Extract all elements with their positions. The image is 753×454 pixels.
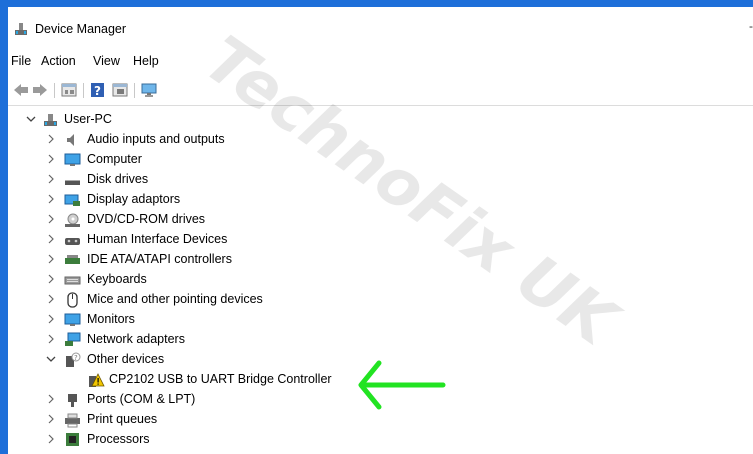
- toolbar-separator: [54, 83, 55, 98]
- monitor-icon[interactable]: [140, 82, 158, 98]
- toolbar: ?: [8, 77, 753, 106]
- monitor-icon: [64, 312, 81, 328]
- tree-item-label: Computer: [87, 152, 142, 166]
- keyboard-icon: [64, 272, 81, 288]
- processor-icon: [64, 432, 81, 448]
- tree-item-label: Audio inputs and outputs: [87, 132, 225, 146]
- chevron-right-icon[interactable]: [46, 273, 56, 285]
- tree-item-label: Processors: [87, 432, 150, 446]
- computer-icon: [64, 152, 81, 168]
- menu-view[interactable]: View: [93, 54, 120, 68]
- chevron-right-icon[interactable]: [46, 333, 56, 345]
- computer-tower-icon: [42, 112, 59, 128]
- svg-text:?: ?: [94, 84, 101, 98]
- chevron-right-icon[interactable]: [46, 433, 56, 445]
- properties-icon[interactable]: [60, 82, 78, 98]
- chevron-right-icon[interactable]: [46, 413, 56, 425]
- tree-item-label: Ports (COM & LPT): [87, 392, 196, 406]
- chevron-right-icon[interactable]: [46, 213, 56, 225]
- tree-item-label: Human Interface Devices: [87, 232, 228, 246]
- forward-arrow-icon[interactable]: [31, 82, 49, 98]
- hid-icon: [64, 232, 81, 248]
- minimize-button[interactable]: -: [749, 19, 753, 33]
- chevron-right-icon[interactable]: [46, 133, 56, 145]
- tree-root-label: User-PC: [64, 112, 112, 126]
- tree-item-label: Keyboards: [87, 272, 147, 286]
- display-adapter-icon: [64, 192, 81, 208]
- chevron-right-icon[interactable]: [46, 253, 56, 265]
- tree-item-label: IDE ATA/ATAPI controllers: [87, 252, 232, 266]
- screen-frame: Device Manager - File Action View Help ?: [0, 0, 753, 454]
- chevron-right-icon[interactable]: [46, 393, 56, 405]
- back-arrow-icon[interactable]: [12, 82, 30, 98]
- toolbar-separator: [134, 83, 135, 98]
- ide-controller-icon: [64, 252, 81, 268]
- tree-item-label: Disk drives: [87, 172, 149, 186]
- chevron-right-icon[interactable]: [46, 233, 56, 245]
- help-icon[interactable]: ?: [89, 82, 107, 98]
- warning-device-icon: [88, 372, 105, 388]
- tree-item-label: Display adaptors: [87, 192, 181, 206]
- network-adapter-icon: [64, 332, 81, 348]
- chevron-right-icon[interactable]: [46, 313, 56, 325]
- speaker-icon: [64, 132, 81, 148]
- menu-action[interactable]: Action: [41, 54, 76, 68]
- port-icon: [64, 392, 81, 408]
- tree-item-label: Monitors: [87, 312, 135, 326]
- mouse-icon: [64, 292, 81, 308]
- menu-file[interactable]: File: [11, 54, 31, 68]
- chevron-down-icon[interactable]: [26, 113, 36, 125]
- desktop-border-top: [0, 0, 753, 7]
- disk-drive-icon: [64, 172, 81, 188]
- chevron-down-icon[interactable]: [46, 353, 56, 365]
- dvd-drive-icon: [64, 212, 81, 228]
- show-hide-icon[interactable]: [111, 82, 129, 98]
- title-bar: Device Manager -: [8, 17, 753, 43]
- menu-bar: File Action View Help: [8, 51, 753, 73]
- tree-item-label: DVD/CD-ROM drives: [87, 212, 206, 226]
- toolbar-separator: [83, 83, 84, 98]
- device-manager-icon: [13, 21, 29, 37]
- chevron-right-icon[interactable]: [46, 173, 56, 185]
- tree-item-label: Print queues: [87, 412, 158, 426]
- chevron-right-icon[interactable]: [46, 193, 56, 205]
- tree-item-label: CP2102 USB to UART Bridge Controller: [109, 372, 332, 386]
- menu-help[interactable]: Help: [133, 54, 159, 68]
- window-title: Device Manager: [35, 22, 127, 36]
- desktop-border-left: [0, 0, 8, 454]
- tree-item-label: Mice and other pointing devices: [87, 292, 263, 306]
- device-manager-window: Device Manager - File Action View Help ?: [8, 7, 753, 454]
- tree-item-label: Network adapters: [87, 332, 185, 346]
- tree-item-label: Other devices: [87, 352, 165, 366]
- chevron-right-icon[interactable]: [46, 293, 56, 305]
- unknown-device-icon: ?: [64, 352, 81, 368]
- printer-icon: [64, 412, 81, 428]
- svg-text:?: ?: [74, 354, 78, 362]
- annotation-arrow: [358, 360, 446, 410]
- chevron-right-icon[interactable]: [46, 153, 56, 165]
